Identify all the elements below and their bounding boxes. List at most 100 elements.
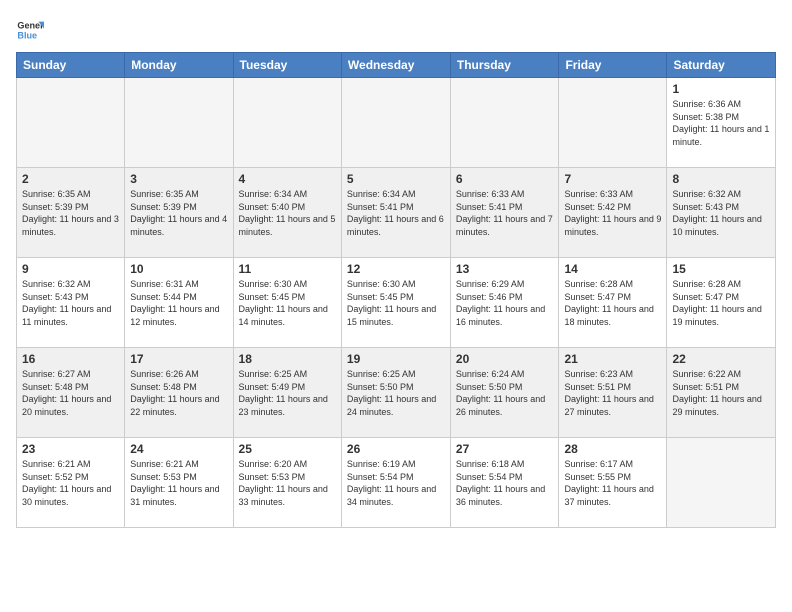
calendar-cell: 3 Sunrise: 6:35 AM Sunset: 5:39 PM Daylig… [125, 168, 233, 258]
calendar-cell: 5 Sunrise: 6:34 AM Sunset: 5:41 PM Daylig… [341, 168, 450, 258]
calendar-header-tuesday: Tuesday [233, 53, 341, 78]
day-info: Sunrise: 6:32 AM Sunset: 5:43 PM Dayligh… [22, 278, 119, 328]
calendar-cell: 25Sunrise: 6:20 AM Sunset: 5:53 PM Dayli… [233, 438, 341, 528]
calendar-cell: 18 Sunrise: 6:25 AM Sunset: 5:49 PM Dayli… [233, 348, 341, 438]
day-info: Sunrise: 6:21 AM Sunset: 5:53 PM Dayligh… [130, 458, 227, 508]
day-number: 21 [564, 352, 661, 366]
day-info: Sunrise: 6:24 AM Sunset: 5:50 PM Dayligh… [456, 368, 554, 418]
page-header: General Blue [16, 16, 776, 44]
day-info: Sunrise: 6:27 AM Sunset: 5:48 PM Dayligh… [22, 368, 119, 418]
day-info: Sunrise: 6:29 AM Sunset: 5:46 PM Dayligh… [456, 278, 554, 328]
calendar-cell: 4 Sunrise: 6:34 AM Sunset: 5:40 PM Daylig… [233, 168, 341, 258]
day-info: Sunrise: 6:26 AM Sunset: 5:48 PM Dayligh… [130, 368, 227, 418]
calendar-cell: 14 Sunrise: 6:28 AM Sunset: 5:47 PM Dayli… [559, 258, 667, 348]
day-number: 25 [239, 442, 336, 456]
calendar-cell: 10 Sunrise: 6:31 AM Sunset: 5:44 PM Dayli… [125, 258, 233, 348]
calendar-cell: 20 Sunrise: 6:24 AM Sunset: 5:50 PM Dayli… [450, 348, 559, 438]
day-number: 12 [347, 262, 445, 276]
day-number: 27 [456, 442, 554, 456]
day-number: 20 [456, 352, 554, 366]
day-info: Sunrise: 6:33 AM Sunset: 5:41 PM Dayligh… [456, 188, 554, 238]
calendar-week-row-3: 9 Sunrise: 6:32 AM Sunset: 5:43 PM Daylig… [17, 258, 776, 348]
calendar-cell: 9 Sunrise: 6:32 AM Sunset: 5:43 PM Daylig… [17, 258, 125, 348]
day-number: 16 [22, 352, 119, 366]
day-number: 8 [672, 172, 770, 186]
day-info: Sunrise: 6:19 AM Sunset: 5:54 PM Dayligh… [347, 458, 445, 508]
calendar-cell: 13 Sunrise: 6:29 AM Sunset: 5:46 PM Dayli… [450, 258, 559, 348]
calendar-week-row-5: 23Sunrise: 6:21 AM Sunset: 5:52 PM Dayli… [17, 438, 776, 528]
logo: General Blue [16, 16, 44, 44]
day-info: Sunrise: 6:30 AM Sunset: 5:45 PM Dayligh… [347, 278, 445, 328]
calendar-header-row: SundayMondayTuesdayWednesdayThursdayFrid… [17, 53, 776, 78]
calendar-header-monday: Monday [125, 53, 233, 78]
day-info: Sunrise: 6:36 AM Sunset: 5:38 PM Dayligh… [672, 98, 770, 148]
day-info: Sunrise: 6:25 AM Sunset: 5:50 PM Dayligh… [347, 368, 445, 418]
day-number: 14 [564, 262, 661, 276]
calendar-cell: 21 Sunrise: 6:23 AM Sunset: 5:51 PM Dayli… [559, 348, 667, 438]
day-number: 13 [456, 262, 554, 276]
day-info: Sunrise: 6:31 AM Sunset: 5:44 PM Dayligh… [130, 278, 227, 328]
calendar-cell: 11 Sunrise: 6:30 AM Sunset: 5:45 PM Dayli… [233, 258, 341, 348]
day-number: 5 [347, 172, 445, 186]
calendar-cell: 2Sunrise: 6:35 AM Sunset: 5:39 PM Daylig… [17, 168, 125, 258]
calendar-week-row-1: 1 Sunrise: 6:36 AM Sunset: 5:38 PM Daylig… [17, 78, 776, 168]
day-number: 1 [672, 82, 770, 96]
day-info: Sunrise: 6:17 AM Sunset: 5:55 PM Dayligh… [564, 458, 661, 508]
calendar-week-row-2: 2 Sunrise: 6:35 AM Sunset: 5:39 PM Daylig… [17, 168, 776, 258]
calendar-cell [341, 78, 450, 168]
day-number: 9 [22, 262, 119, 276]
day-number: 10 [130, 262, 227, 276]
day-number: 24 [130, 442, 227, 456]
day-number: 2 [22, 172, 119, 186]
day-number: 6 [456, 172, 554, 186]
day-number: 3 [130, 172, 227, 186]
calendar-cell: 16 Sunrise: 6:27 AM Sunset: 5:48 PM Dayli… [17, 348, 125, 438]
day-info: Sunrise: 6:25 AM Sunset: 5:49 PM Dayligh… [239, 368, 336, 418]
day-number: 11 [239, 262, 336, 276]
day-number: 17 [130, 352, 227, 366]
day-number: 4 [239, 172, 336, 186]
day-info: Sunrise: 6:33 AM Sunset: 5:42 PM Dayligh… [564, 188, 661, 238]
calendar-header-friday: Friday [559, 53, 667, 78]
calendar-cell: 26 Sunrise: 6:19 AM Sunset: 5:54 PM Dayli… [341, 438, 450, 528]
day-info: Sunrise: 6:34 AM Sunset: 5:41 PM Dayligh… [347, 188, 445, 238]
calendar-cell: 27Sunrise: 6:18 AM Sunset: 5:54 PM Dayli… [450, 438, 559, 528]
day-info: Sunrise: 6:32 AM Sunset: 5:43 PM Dayligh… [672, 188, 770, 238]
calendar-cell: 8 Sunrise: 6:32 AM Sunset: 5:43 PM Daylig… [667, 168, 776, 258]
day-number: 28 [564, 442, 661, 456]
calendar-cell [17, 78, 125, 168]
calendar-header-thursday: Thursday [450, 53, 559, 78]
svg-text:Blue: Blue [17, 30, 37, 40]
day-info: Sunrise: 6:30 AM Sunset: 5:45 PM Dayligh… [239, 278, 336, 328]
day-number: 18 [239, 352, 336, 366]
calendar-cell: 23Sunrise: 6:21 AM Sunset: 5:52 PM Dayli… [17, 438, 125, 528]
logo-icon: General Blue [16, 16, 44, 44]
day-info: Sunrise: 6:23 AM Sunset: 5:51 PM Dayligh… [564, 368, 661, 418]
calendar-cell: 28 Sunrise: 6:17 AM Sunset: 5:55 PM Dayli… [559, 438, 667, 528]
calendar-header-wednesday: Wednesday [341, 53, 450, 78]
day-info: Sunrise: 6:28 AM Sunset: 5:47 PM Dayligh… [672, 278, 770, 328]
day-number: 7 [564, 172, 661, 186]
calendar-week-row-4: 16 Sunrise: 6:27 AM Sunset: 5:48 PM Dayli… [17, 348, 776, 438]
calendar-header-sunday: Sunday [17, 53, 125, 78]
day-number: 19 [347, 352, 445, 366]
calendar-table: SundayMondayTuesdayWednesdayThursdayFrid… [16, 52, 776, 528]
day-number: 23 [22, 442, 119, 456]
calendar-cell: 22 Sunrise: 6:22 AM Sunset: 5:51 PM Dayli… [667, 348, 776, 438]
day-info: Sunrise: 6:22 AM Sunset: 5:51 PM Dayligh… [672, 368, 770, 418]
calendar-cell: 15 Sunrise: 6:28 AM Sunset: 5:47 PM Dayli… [667, 258, 776, 348]
calendar-cell [125, 78, 233, 168]
day-number: 15 [672, 262, 770, 276]
calendar-cell: 1 Sunrise: 6:36 AM Sunset: 5:38 PM Daylig… [667, 78, 776, 168]
calendar-cell [559, 78, 667, 168]
calendar-cell: 24 Sunrise: 6:21 AM Sunset: 5:53 PM Dayli… [125, 438, 233, 528]
day-number: 22 [672, 352, 770, 366]
calendar-cell [233, 78, 341, 168]
calendar-cell [667, 438, 776, 528]
calendar-cell: 6 Sunrise: 6:33 AM Sunset: 5:41 PM Daylig… [450, 168, 559, 258]
day-number: 26 [347, 442, 445, 456]
day-info: Sunrise: 6:34 AM Sunset: 5:40 PM Dayligh… [239, 188, 336, 238]
day-info: Sunrise: 6:28 AM Sunset: 5:47 PM Dayligh… [564, 278, 661, 328]
calendar-header-saturday: Saturday [667, 53, 776, 78]
day-info: Sunrise: 6:35 AM Sunset: 5:39 PM Dayligh… [130, 188, 227, 238]
